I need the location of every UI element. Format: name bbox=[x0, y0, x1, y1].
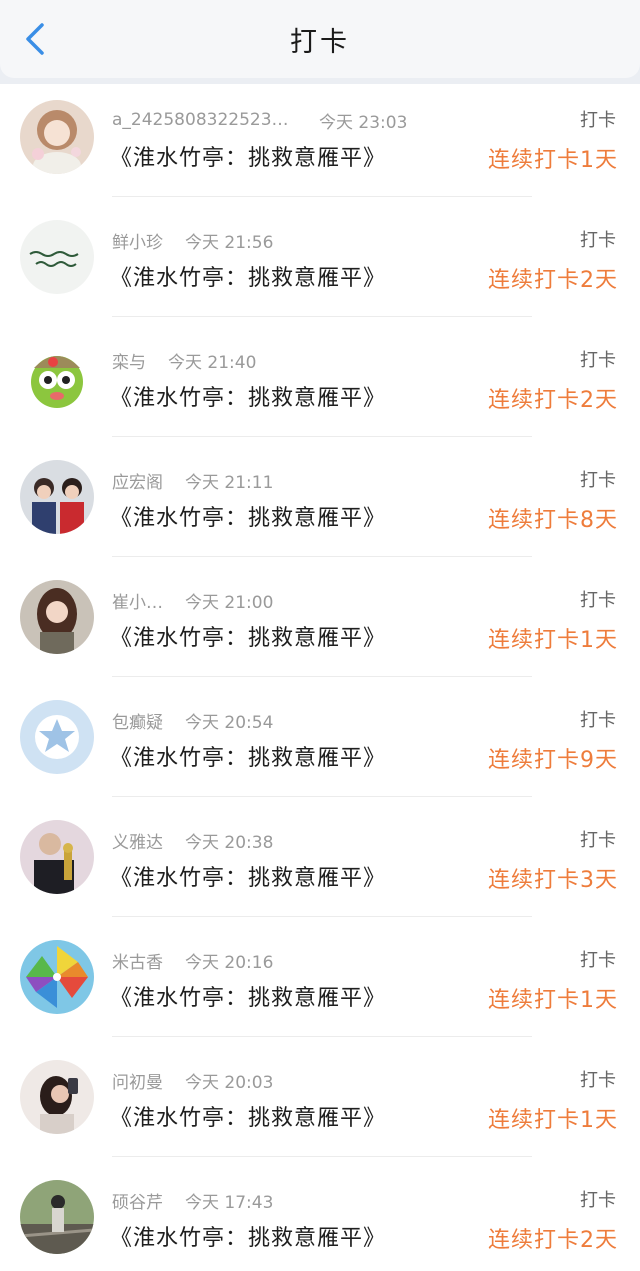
streak-label: 连续打卡2天 bbox=[488, 268, 618, 293]
poem-title[interactable]: 《淮水竹亭：挑救意雁平》 bbox=[110, 740, 386, 772]
checkin-time: 今天 20:54 bbox=[185, 712, 274, 733]
top-nav-bar: 打卡 bbox=[0, 0, 640, 78]
user-name[interactable]: 应宏阁 bbox=[112, 468, 163, 493]
divider bbox=[112, 796, 532, 797]
railway-girl-avatar[interactable] bbox=[20, 1180, 94, 1254]
checkin-time: 今天 20:38 bbox=[185, 832, 274, 853]
checkin-time: 今天 20:16 bbox=[185, 952, 274, 973]
divider bbox=[112, 676, 532, 677]
checkin-tag: 打卡 bbox=[580, 470, 616, 491]
checkin-tag: 打卡 bbox=[580, 590, 616, 611]
poem-title[interactable]: 《淮水竹亭：挑救意雁平》 bbox=[110, 1220, 386, 1252]
user-name[interactable]: 鲜小珍 bbox=[112, 228, 163, 253]
list-item[interactable]: 栾与 今天 21:40 《淮水竹亭：挑救意雁平》 打卡 连续打卡2天 bbox=[0, 324, 640, 444]
item-meta: 栾与 今天 21:40 bbox=[112, 348, 257, 373]
checkin-time: 今天 23:03 bbox=[319, 112, 408, 133]
item-meta: 米古香 今天 20:16 bbox=[112, 948, 274, 973]
checkin-tag: 打卡 bbox=[580, 1070, 616, 1091]
checkin-tag: 打卡 bbox=[580, 230, 616, 251]
poem-title[interactable]: 《淮水竹亭：挑救意雁平》 bbox=[110, 500, 386, 532]
user-name[interactable]: 硕谷芹 bbox=[112, 1188, 163, 1213]
frog-cartoon-avatar[interactable] bbox=[20, 340, 94, 414]
streak-label: 连续打卡8天 bbox=[488, 508, 618, 533]
divider bbox=[112, 556, 532, 557]
list-item[interactable]: 问初曼 今天 20:03 《淮水竹亭：挑救意雁平》 打卡 连续打卡1天 bbox=[0, 1044, 640, 1164]
list-item[interactable]: 应宏阁 今天 21:11 《淮水竹亭：挑救意雁平》 打卡 连续打卡8天 bbox=[0, 444, 640, 564]
list-item[interactable]: a_2425808322523O… 今天 23:03 《淮水竹亭：挑救意雁平》 … bbox=[0, 84, 640, 204]
poem-title[interactable]: 《淮水竹亭：挑救意雁平》 bbox=[110, 620, 386, 652]
checkin-tag: 打卡 bbox=[580, 950, 616, 971]
user-name[interactable]: 栾与 bbox=[112, 348, 146, 373]
user-name[interactable]: 义雅达 bbox=[112, 828, 163, 853]
streak-label: 连续打卡1天 bbox=[488, 148, 618, 173]
handwriting-avatar[interactable] bbox=[20, 220, 94, 294]
pinwheel-avatar[interactable] bbox=[20, 940, 94, 1014]
streak-label: 连续打卡1天 bbox=[488, 988, 618, 1013]
item-meta: 义雅达 今天 20:38 bbox=[112, 828, 274, 853]
divider bbox=[112, 1156, 532, 1157]
checkin-list[interactable]: a_2425808322523O… 今天 23:03 《淮水竹亭：挑救意雁平》 … bbox=[0, 84, 640, 1271]
checkin-time: 今天 17:43 bbox=[185, 1192, 274, 1213]
item-meta: a_2425808322523O… 今天 23:03 bbox=[112, 108, 408, 133]
divider bbox=[112, 196, 532, 197]
item-meta: 应宏阁 今天 21:11 bbox=[112, 468, 274, 493]
checkin-time: 今天 21:00 bbox=[185, 592, 274, 613]
checkin-time: 今天 20:03 bbox=[185, 1072, 274, 1093]
back-button[interactable] bbox=[18, 22, 52, 56]
user-name[interactable]: 崔小… bbox=[112, 588, 163, 613]
item-meta: 硕谷芹 今天 17:43 bbox=[112, 1188, 274, 1213]
poem-title[interactable]: 《淮水竹亭：挑救意雁平》 bbox=[110, 260, 386, 292]
list-item[interactable]: 硕谷芹 今天 17:43 《淮水竹亭：挑救意雁平》 打卡 连续打卡2天 bbox=[0, 1164, 640, 1271]
item-meta: 问初曼 今天 20:03 bbox=[112, 1068, 274, 1093]
poem-title[interactable]: 《淮水竹亭：挑救意雁平》 bbox=[110, 1100, 386, 1132]
default-star-avatar[interactable] bbox=[20, 700, 94, 774]
list-item[interactable]: 包癫疑 今天 20:54 《淮水竹亭：挑救意雁平》 打卡 连续打卡9天 bbox=[0, 684, 640, 804]
poem-title[interactable]: 《淮水竹亭：挑救意雁平》 bbox=[110, 140, 386, 172]
user-name[interactable]: 问初曼 bbox=[112, 1068, 163, 1093]
item-meta: 包癫疑 今天 20:54 bbox=[112, 708, 274, 733]
two-girls-avatar[interactable] bbox=[20, 460, 94, 534]
list-item[interactable]: 崔小… 今天 21:00 《淮水竹亭：挑救意雁平》 打卡 连续打卡1天 bbox=[0, 564, 640, 684]
item-meta: 鲜小珍 今天 21:56 bbox=[112, 228, 274, 253]
divider bbox=[112, 916, 532, 917]
list-item[interactable]: 鲜小珍 今天 21:56 《淮水竹亭：挑救意雁平》 打卡 连续打卡2天 bbox=[0, 204, 640, 324]
streak-label: 连续打卡1天 bbox=[488, 628, 618, 653]
divider bbox=[112, 436, 532, 437]
girl-photo-avatar[interactable] bbox=[20, 580, 94, 654]
checkin-time: 今天 21:11 bbox=[185, 472, 274, 493]
chevron-left-icon bbox=[26, 23, 44, 55]
poem-title[interactable]: 《淮水竹亭：挑救意雁平》 bbox=[110, 860, 386, 892]
girl-phone-avatar[interactable] bbox=[20, 1060, 94, 1134]
page-title: 打卡 bbox=[290, 26, 350, 58]
user-name[interactable]: a_2425808322523O… bbox=[112, 110, 297, 130]
divider bbox=[112, 1036, 532, 1037]
poem-title[interactable]: 《淮水竹亭：挑救意雁平》 bbox=[110, 980, 386, 1012]
man-trophy-avatar[interactable] bbox=[20, 820, 94, 894]
user-name[interactable]: 包癫疑 bbox=[112, 708, 163, 733]
divider bbox=[112, 316, 532, 317]
user-name[interactable]: 米古香 bbox=[112, 948, 163, 973]
checkin-tag: 打卡 bbox=[580, 350, 616, 371]
streak-label: 连续打卡3天 bbox=[488, 868, 618, 893]
list-item[interactable]: 米古香 今天 20:16 《淮水竹亭：挑救意雁平》 打卡 连续打卡1天 bbox=[0, 924, 640, 1044]
checkin-tag: 打卡 bbox=[580, 110, 616, 131]
girl-illustration-avatar[interactable] bbox=[20, 100, 94, 174]
streak-label: 连续打卡2天 bbox=[488, 388, 618, 413]
checkin-tag: 打卡 bbox=[580, 1190, 616, 1211]
item-meta: 崔小… 今天 21:00 bbox=[112, 588, 274, 613]
streak-label: 连续打卡1天 bbox=[488, 1108, 618, 1133]
streak-label: 连续打卡9天 bbox=[488, 748, 618, 773]
poem-title[interactable]: 《淮水竹亭：挑救意雁平》 bbox=[110, 380, 386, 412]
checkin-tag: 打卡 bbox=[580, 830, 616, 851]
checkin-time: 今天 21:40 bbox=[168, 352, 257, 373]
checkin-tag: 打卡 bbox=[580, 710, 616, 731]
list-item[interactable]: 义雅达 今天 20:38 《淮水竹亭：挑救意雁平》 打卡 连续打卡3天 bbox=[0, 804, 640, 924]
checkin-time: 今天 21:56 bbox=[185, 232, 274, 253]
streak-label: 连续打卡2天 bbox=[488, 1228, 618, 1253]
